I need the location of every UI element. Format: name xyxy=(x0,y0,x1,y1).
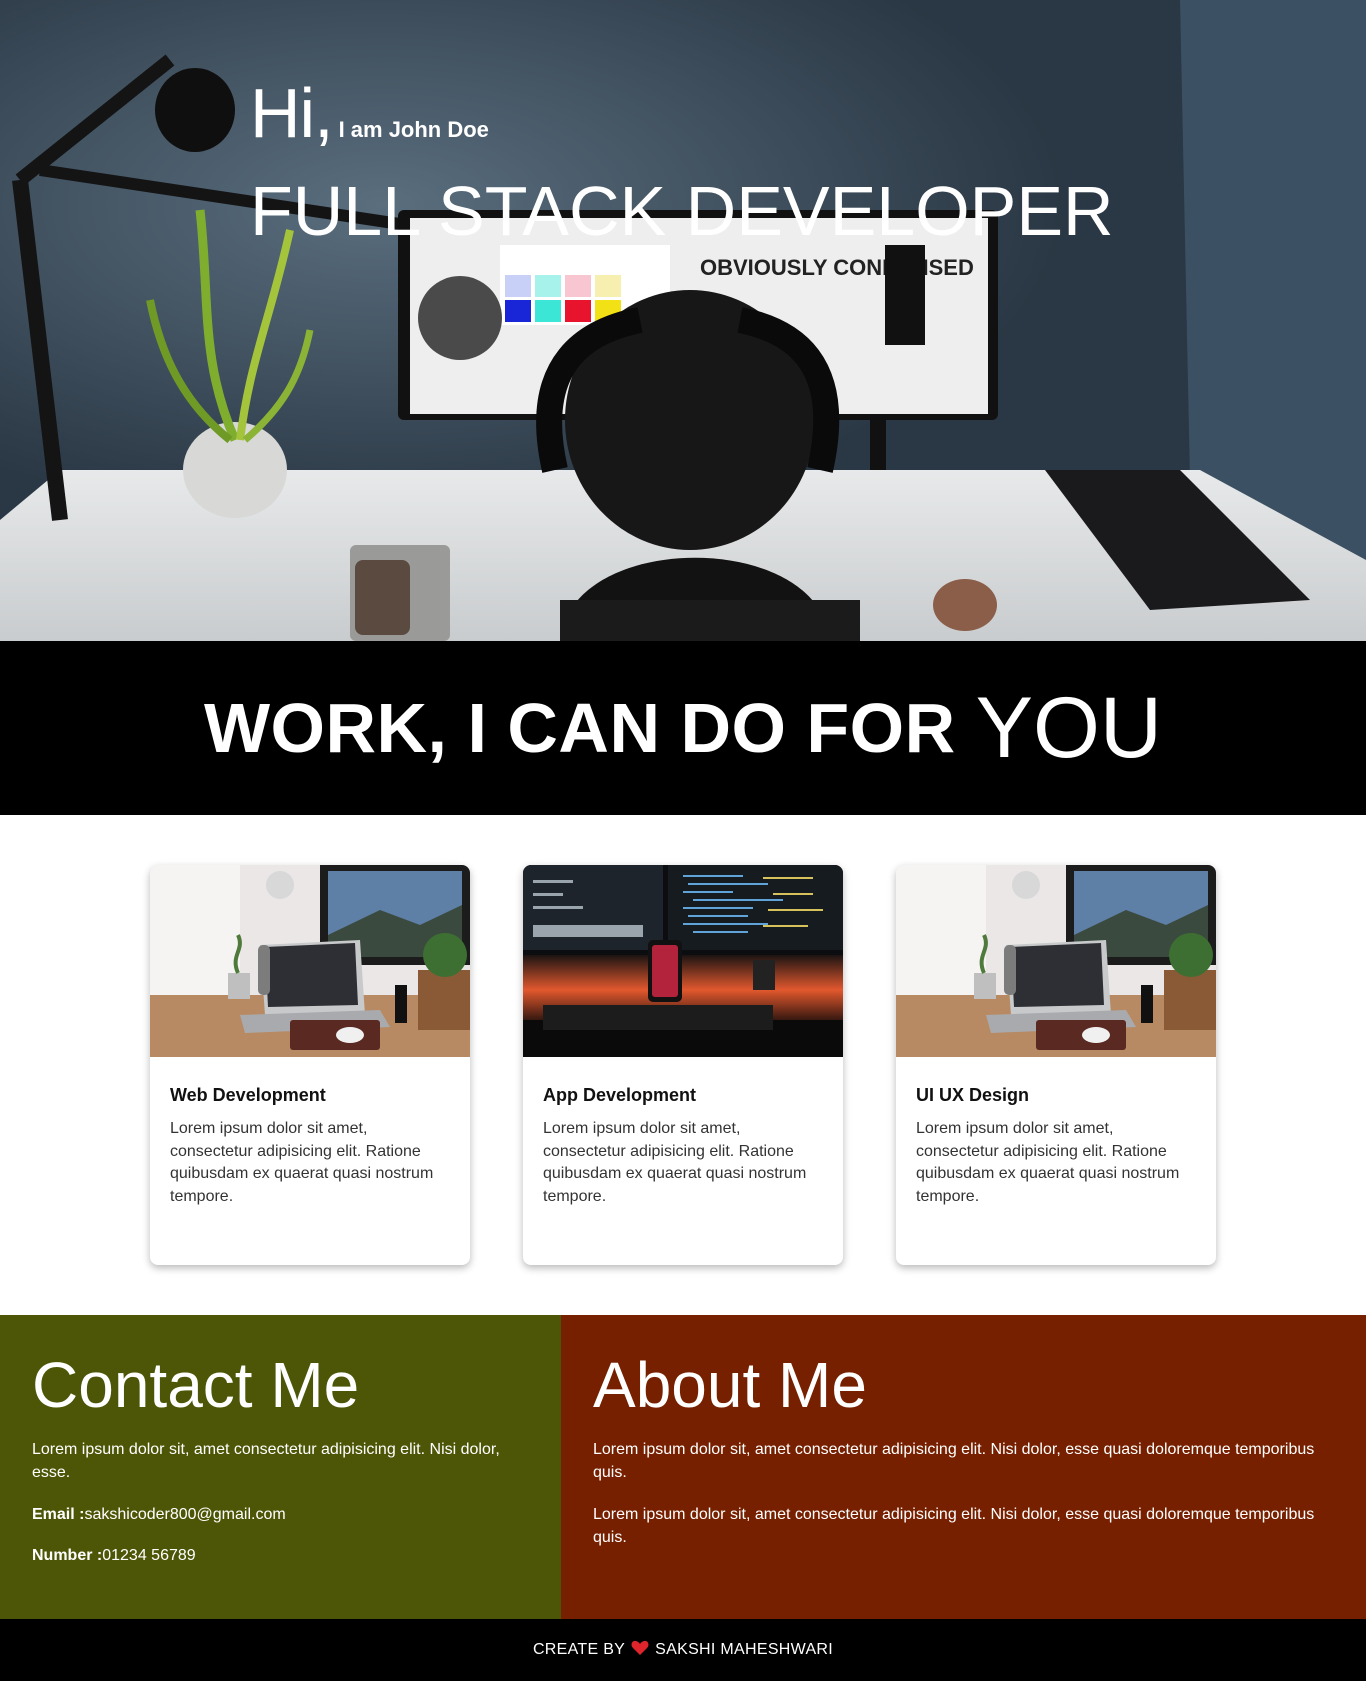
hero-name: I am John Doe xyxy=(338,117,489,142)
card-text: Lorem ipsum dolor sit amet, consectetur … xyxy=(170,1120,434,1205)
footer-prefix: CREATE BY xyxy=(532,1641,626,1658)
heart-icon xyxy=(631,1640,649,1661)
hero-section: OBVIOUSLY CONDENSED Hi, I am John Doe FU… xyxy=(0,0,1366,641)
services-section: Web Development Lorem ipsum dolor sit am… xyxy=(0,815,1366,1315)
service-card-web[interactable]: Web Development Lorem ipsum dolor sit am… xyxy=(150,865,470,1265)
about-panel: About Me Lorem ipsum dolor sit, amet con… xyxy=(561,1315,1366,1619)
hero-role: FULL STACK DEVELOPER xyxy=(250,172,1114,250)
service-card-uiux[interactable]: UI UX Design Lorem ipsum dolor sit amet,… xyxy=(896,865,1216,1265)
number-label: Number : xyxy=(32,1546,103,1564)
card-image-desk-laptop xyxy=(150,865,470,1057)
contact-email: Email :sakshicoder800@gmail.com xyxy=(32,1504,529,1527)
card-title: Web Development xyxy=(170,1085,326,1105)
footer: CREATE BY SAKSHI MAHESHWARI xyxy=(0,1619,1366,1681)
service-card-app[interactable]: App Development Lorem ipsum dolor sit am… xyxy=(523,865,843,1265)
contact-panel: Contact Me Lorem ipsum dolor sit, amet c… xyxy=(0,1315,561,1619)
about-paragraph-2: Lorem ipsum dolor sit, amet consectetur … xyxy=(593,1506,1315,1546)
card-title: App Development xyxy=(543,1085,697,1105)
hero-greeting: Hi, xyxy=(250,74,334,152)
number-value[interactable]: 01234 56789 xyxy=(102,1547,195,1564)
info-section: Contact Me Lorem ipsum dolor sit, amet c… xyxy=(0,1315,1366,1619)
card-text: Lorem ipsum dolor sit amet, consectetur … xyxy=(543,1120,807,1205)
card-image-code-monitors xyxy=(523,865,843,1057)
banner-strong-text: WORK, I CAN DO FOR xyxy=(203,689,956,767)
footer-author: SAKSHI MAHESHWARI xyxy=(655,1641,834,1658)
hero-text: Hi, I am John Doe FULL STACK DEVELOPER xyxy=(250,78,1114,246)
contact-heading: Contact Me xyxy=(32,1349,360,1421)
work-banner: WORK, I CAN DO FOR YOU xyxy=(0,641,1366,815)
card-body: UI UX Design Lorem ipsum dolor sit amet,… xyxy=(896,1057,1216,1208)
card-title: UI UX Design xyxy=(916,1085,1030,1105)
hero-greeting-line: Hi, I am John Doe xyxy=(250,78,1114,148)
card-body: Web Development Lorem ipsum dolor sit am… xyxy=(150,1057,470,1208)
email-value[interactable]: sakshicoder800@gmail.com xyxy=(84,1506,285,1523)
email-label: Email : xyxy=(32,1506,85,1523)
about-paragraph-1: Lorem ipsum dolor sit, amet consectetur … xyxy=(593,1441,1315,1481)
card-body: App Development Lorem ipsum dolor sit am… xyxy=(523,1057,843,1208)
banner-big-text: YOU xyxy=(975,679,1163,776)
contact-number: Number :01234 56789 xyxy=(32,1545,529,1568)
about-heading: About Me xyxy=(593,1349,867,1421)
card-image-desk-laptop xyxy=(896,865,1216,1057)
card-text: Lorem ipsum dolor sit amet, consectetur … xyxy=(916,1120,1180,1205)
contact-text: Lorem ipsum dolor sit, amet consectetur … xyxy=(32,1441,500,1481)
monitor-heading: OBVIOUSLY CONDENSED xyxy=(700,255,974,280)
